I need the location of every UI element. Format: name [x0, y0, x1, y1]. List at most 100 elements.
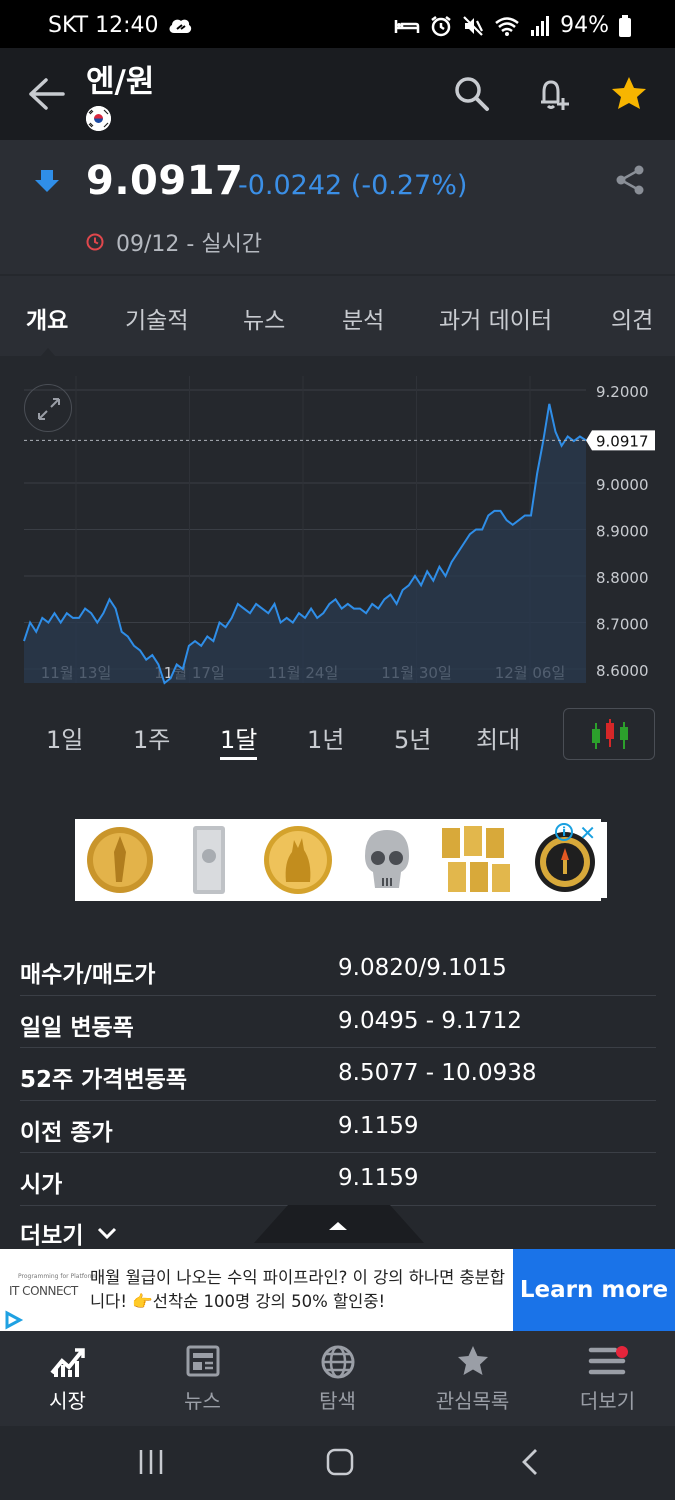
status-bar: SKT 12:40 94%	[0, 0, 675, 48]
nav-markets[interactable]: 시장	[0, 1331, 135, 1426]
series-area	[24, 403, 586, 683]
stat-row: 일일 변동폭 9.0495 - 9.1712	[20, 996, 656, 1048]
system-navigation-bar	[0, 1426, 675, 1500]
time-range-selector: 1일 1주 1달 1년 5년 최대	[0, 700, 675, 770]
search-icon[interactable]	[452, 74, 492, 114]
ad-info-icon[interactable]: i	[555, 823, 573, 841]
stats-table: 매수가/매도가 9.0820/9.1015 일일 변동폭 9.0495 - 9.17…	[20, 943, 656, 1206]
range-1w[interactable]: 1주	[133, 720, 170, 755]
stat-label: 일일 변동폭	[20, 1014, 134, 1041]
ad-brand-logo: IT CONNECT	[9, 1284, 78, 1298]
nav-news[interactable]: 뉴스	[135, 1331, 270, 1426]
stat-label: 52주 가격변동폭	[20, 1067, 187, 1093]
home-icon[interactable]	[325, 1447, 355, 1477]
watchlist-star-icon[interactable]	[609, 74, 649, 114]
show-more-button[interactable]: 더보기	[20, 1216, 117, 1250]
share-icon[interactable]	[614, 164, 646, 196]
stat-row: 매수가/매도가 9.0820/9.1015	[20, 943, 656, 996]
expand-panel-handle[interactable]	[254, 1203, 424, 1243]
stat-row: 이전 종가 9.1159	[20, 1101, 656, 1153]
app-bar: 엔/원	[0, 48, 675, 140]
add-alert-icon[interactable]	[533, 74, 573, 114]
chart-svg: 9.20009.00008.90008.80008.70008.600011월 …	[23, 376, 655, 685]
back-arrow-icon[interactable]	[26, 76, 66, 112]
ad-text: 매월 월급이 나오는 수익 파이프라인? 이 강의 하나면 충분합니다! 👉선착…	[90, 1268, 506, 1311]
ad-banner[interactable]: i ✕	[75, 819, 607, 901]
nav-label: 뉴스	[184, 1389, 221, 1413]
down-arrow-icon	[35, 170, 59, 192]
y-tick-label: 9.2000	[596, 383, 649, 401]
stat-value: 8.5077 - 10.0938	[338, 1060, 537, 1086]
tab-news[interactable]: 뉴스	[243, 301, 285, 335]
markets-chart-icon	[49, 1348, 85, 1377]
y-tick-label: 9.0000	[596, 476, 649, 494]
bottom-ad[interactable]: Programming for Platform IT CONNECT 매월 월…	[0, 1249, 675, 1331]
clock-icon	[86, 233, 104, 251]
stat-label: 시가	[20, 1172, 63, 1198]
nav-label: 더보기	[579, 1389, 636, 1413]
stat-value: 9.1159	[338, 1165, 419, 1191]
page-title: 엔/원	[86, 64, 155, 100]
liberty-coin-image	[256, 822, 340, 898]
price-chart[interactable]: 9.20009.00008.90008.80008.70008.600011월 …	[0, 356, 675, 696]
current-value-label: 9.0917	[596, 432, 649, 450]
nav-label: 관심목록	[435, 1389, 510, 1413]
range-max[interactable]: 최대	[476, 720, 520, 755]
candlestick-icon	[592, 719, 628, 749]
ad-close-icon[interactable]: ✕	[579, 821, 596, 845]
chevron-down-icon	[98, 1227, 117, 1240]
nav-label: 시장	[49, 1389, 86, 1413]
candlestick-toggle-button[interactable]	[563, 708, 655, 760]
range-1y[interactable]: 1년	[307, 720, 344, 755]
tab-analysis[interactable]: 분석	[342, 301, 384, 335]
battery-icon	[619, 14, 631, 37]
status-carrier-time: SKT 12:40	[48, 13, 159, 38]
learn-more-button[interactable]: Learn more	[513, 1249, 675, 1331]
tab-opinion[interactable]: 의견	[611, 301, 653, 335]
tab-technical[interactable]: 기술적	[125, 301, 188, 335]
gold-bars-image	[434, 822, 518, 898]
adchoices-icon[interactable]	[0, 1309, 26, 1331]
star-icon	[457, 1346, 488, 1375]
stat-row: 52주 가격변동폭 8.5077 - 10.0938	[20, 1048, 656, 1101]
section-tabs: 개요 기술적 뉴스 분석 과거 데이터 의견	[0, 276, 675, 356]
range-5y[interactable]: 5년	[394, 720, 431, 755]
expand-chart-button[interactable]	[24, 384, 72, 432]
gold-coin-image	[78, 822, 162, 898]
stat-label: 매수가/매도가	[20, 962, 156, 988]
korea-flag-icon	[86, 106, 111, 131]
globe-icon	[321, 1345, 354, 1379]
range-1d[interactable]: 1일	[46, 720, 83, 755]
back-icon[interactable]	[518, 1447, 542, 1477]
recent-apps-icon[interactable]	[136, 1448, 166, 1476]
cloud-chat-icon	[169, 19, 191, 33]
menu-icon	[588, 1346, 628, 1375]
price-change: -0.0242 (-0.27%)	[238, 170, 468, 201]
wifi-icon	[495, 16, 519, 36]
quote-panel: 9.0917 -0.0242 (-0.27%) 09/12 - 실시간	[0, 140, 675, 274]
y-tick-label: 8.9000	[596, 523, 649, 541]
stat-value: 9.0495 - 9.1712	[338, 1007, 522, 1034]
quote-timestamp: 09/12 - 실시간	[116, 232, 263, 257]
silver-skull-image	[345, 822, 429, 898]
battery-percent: 94%	[560, 13, 609, 38]
show-more-label: 더보기	[20, 1223, 84, 1249]
nav-watchlist[interactable]: 관심목록	[405, 1331, 540, 1426]
stat-value: 9.0820/9.1015	[338, 955, 507, 981]
nav-label: 탐색	[319, 1389, 356, 1413]
sleep-mode-icon	[394, 19, 420, 33]
stat-value: 9.1159	[338, 1112, 419, 1139]
tab-historical-data[interactable]: 과거 데이터	[439, 301, 552, 335]
stat-label: 이전 종가	[20, 1119, 113, 1146]
expand-icon	[38, 398, 60, 420]
silver-bar-image	[167, 822, 251, 898]
range-1m[interactable]: 1달	[220, 720, 258, 760]
tab-overview[interactable]: 개요	[26, 301, 68, 335]
y-tick-label: 8.6000	[596, 662, 649, 680]
nav-more[interactable]: 더보기	[540, 1331, 675, 1426]
stat-row: 시가 9.1159	[20, 1153, 656, 1206]
alarm-icon	[431, 15, 451, 36]
ad-brand-tagline: Programming for Platform	[18, 1273, 96, 1280]
news-icon	[186, 1345, 219, 1377]
nav-explore[interactable]: 탐색	[270, 1331, 405, 1426]
